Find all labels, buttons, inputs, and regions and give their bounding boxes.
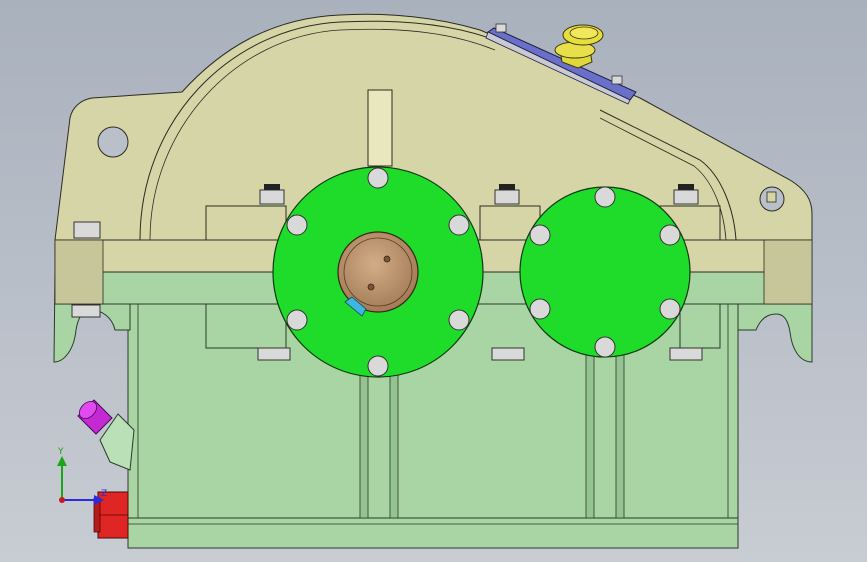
housing-base-plate	[127, 517, 739, 549]
lower-boss-right	[679, 303, 721, 349]
cover-key-tab	[367, 89, 393, 167]
cover-bolt	[286, 309, 308, 331]
cover-bolt	[286, 214, 308, 236]
cover-left-edge-strip	[54, 239, 104, 305]
cover-bolt	[659, 224, 681, 246]
lifting-hole-right-insert	[766, 191, 777, 203]
inspection-bolt	[495, 23, 507, 33]
triad-z-dot	[59, 497, 65, 503]
shaft-center-hole	[367, 283, 375, 291]
hex-bolt-top-cap	[264, 184, 280, 190]
input-bearing-cover[interactable]	[272, 166, 484, 378]
hex-bolt-top-cap	[678, 184, 694, 190]
output-bearing-cover[interactable]	[519, 186, 691, 358]
gearbox-model-view[interactable]: Y Z	[0, 0, 867, 562]
triad-z-label: Z	[101, 489, 107, 499]
cover-bolt	[529, 298, 551, 320]
hex-bolt-edge	[73, 221, 101, 239]
output-flange-disc	[519, 186, 691, 358]
cover-bolt	[659, 298, 681, 320]
upper-boss-left	[205, 205, 287, 241]
cover-bolt	[594, 336, 616, 358]
hex-bolt-top	[494, 189, 520, 205]
hex-bolt-bottom	[257, 347, 291, 361]
cover-bolt	[594, 186, 616, 208]
hex-bolt-bottom	[669, 347, 703, 361]
hex-bolt-bottom	[491, 347, 525, 361]
hex-bolt-top	[673, 189, 699, 205]
lifting-hole-left	[97, 126, 129, 158]
cover-right-edge-strip	[763, 239, 813, 305]
cover-bolt	[448, 214, 470, 236]
lower-boss-left	[205, 303, 287, 349]
cad-graphics-area[interactable]: Y Z	[0, 0, 867, 562]
hex-bolt-top-cap	[499, 184, 515, 190]
cover-bolt	[367, 167, 389, 189]
inspection-bolt	[611, 75, 623, 85]
rib-3	[585, 349, 595, 519]
rib-4	[615, 349, 625, 519]
triad-y-label: Y	[57, 447, 64, 457]
hex-bolt-top	[259, 189, 285, 205]
cover-bolt	[367, 355, 389, 377]
breather-top-face	[569, 26, 599, 40]
shaft-center-hole	[383, 255, 391, 263]
cover-bolt	[529, 224, 551, 246]
hex-bolt-edge	[71, 304, 101, 318]
cover-bolt	[448, 309, 470, 331]
